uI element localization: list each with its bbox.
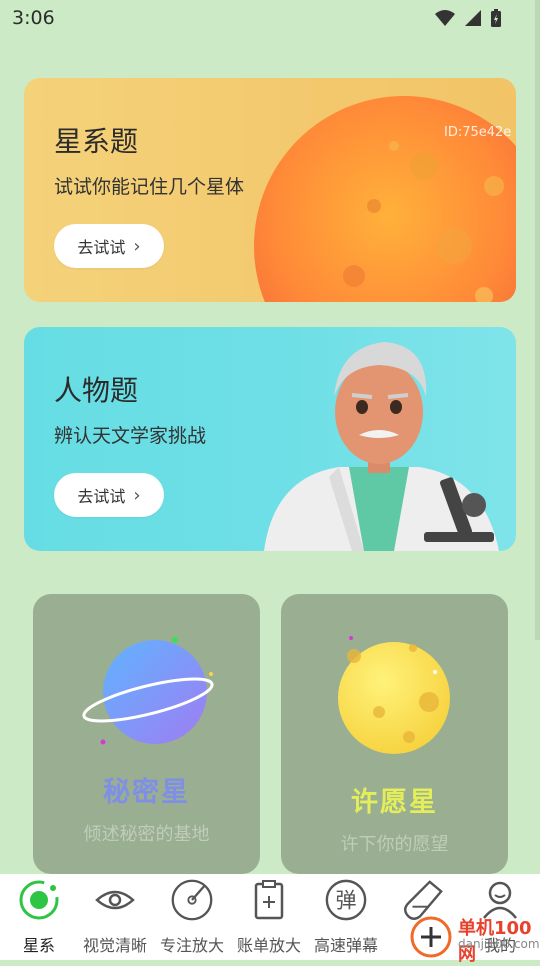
status-icons (434, 8, 502, 28)
nav-item-galaxy[interactable]: 星系 (0, 878, 78, 958)
scientist-illustration (264, 342, 499, 551)
logo-icon (410, 916, 452, 958)
card-title: 人物题 (54, 374, 139, 407)
tile-title: 许愿星 (351, 787, 438, 818)
ringed-planet-icon (82, 637, 214, 745)
secret-star-tile[interactable]: 秘密星 倾述秘密的基地 (33, 594, 260, 874)
galaxy-quiz-card[interactable]: 星系题 试试你能记住几个星体 去试试 › (24, 78, 516, 302)
nav-item-bill-zoom[interactable]: 账单放大 (230, 878, 308, 958)
signal-icon (465, 10, 481, 26)
scroll-indicator (535, 0, 540, 640)
status-time: 3:06 (12, 7, 55, 29)
card-title: 星系题 (54, 125, 139, 158)
try-button[interactable]: 去试试 › (54, 473, 164, 517)
nav-item-visual-clear[interactable]: 视觉清晰 (76, 878, 154, 958)
card-subtitle: 辨认天文学家挑战 (54, 425, 207, 447)
try-button-label: 去试试 (77, 487, 126, 506)
galaxy-icon (19, 880, 59, 920)
tile-title: 秘密星 (103, 777, 190, 808)
wifi-icon (435, 10, 455, 26)
chevron-right-icon: › (133, 484, 141, 506)
people-quiz-card[interactable]: 人物题 辨认天文学家挑战 去试试 › (24, 327, 516, 551)
svg-text:弹: 弹 (335, 888, 356, 913)
try-button[interactable]: 去试试 › (54, 224, 164, 268)
tile-description: 许下你的愿望 (340, 834, 449, 855)
nav-item-focus-zoom[interactable]: 专注放大 (153, 878, 231, 958)
bill-icon (254, 880, 284, 920)
chevron-right-icon: › (133, 235, 141, 257)
logo-url: danji100.com (458, 937, 540, 951)
tile-description: 倾述秘密的基地 (83, 824, 210, 845)
site-watermark-logo: 单机100网 danji100.com (400, 912, 540, 965)
wish-star-tile[interactable]: 许愿星 许下你的愿望 (281, 594, 508, 874)
watermark: ID:75e42e (444, 125, 512, 140)
battery-icon (491, 9, 501, 27)
focus-dial-icon (171, 879, 213, 921)
card-subtitle: 试试你能记住几个星体 (54, 176, 245, 198)
yellow-moon-icon (338, 636, 450, 754)
status-bar: 3:06 (0, 0, 540, 36)
danmaku-icon: 弹 (325, 879, 367, 921)
nav-label: 高速弹幕 (313, 936, 378, 955)
eye-icon (95, 890, 135, 910)
nav-item-danmaku[interactable]: 弹 高速弹幕 (307, 878, 385, 958)
try-button-label: 去试试 (77, 238, 126, 257)
